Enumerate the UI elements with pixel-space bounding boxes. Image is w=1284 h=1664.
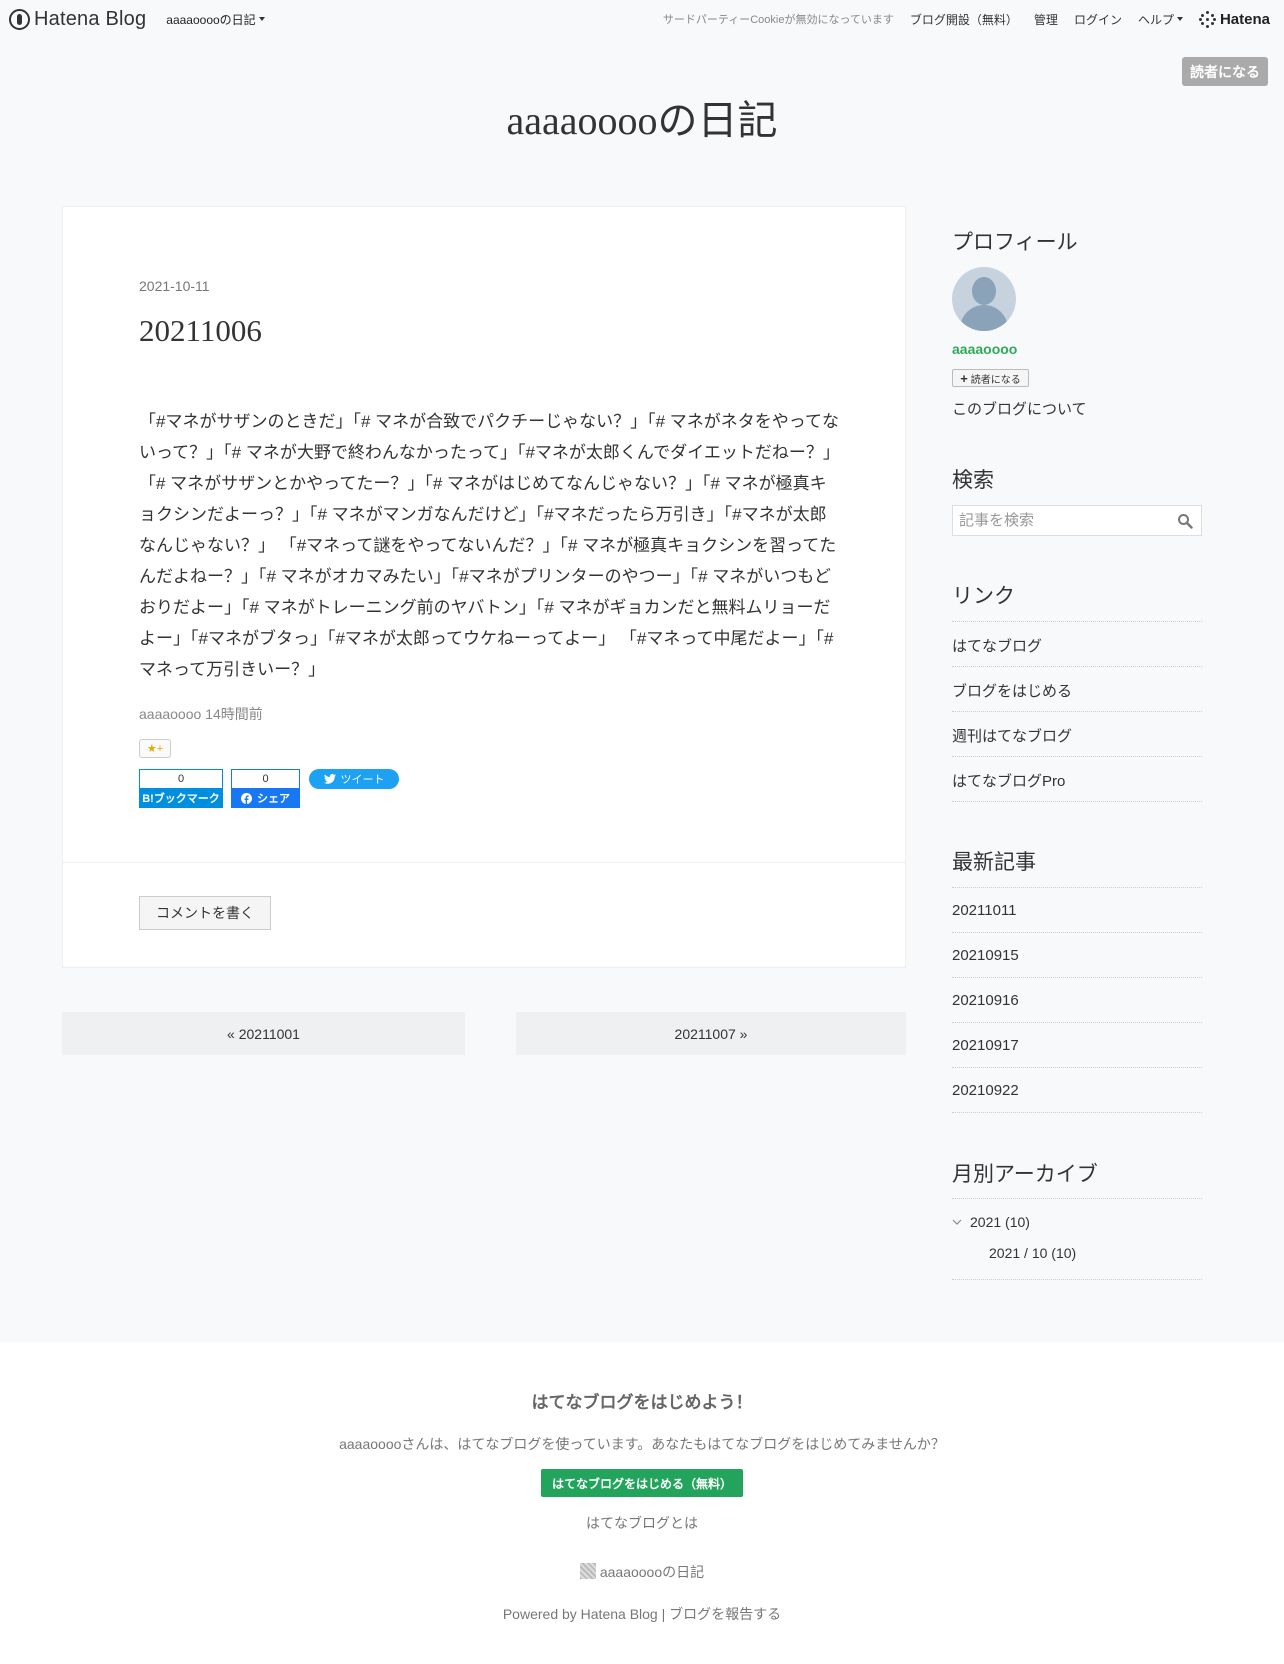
entry-meta: aaaaoooo 14時間前 [139, 704, 263, 724]
entry-title[interactable]: 20211006 [139, 313, 262, 349]
tweet-label: ツイート [340, 774, 385, 786]
report-blog-link[interactable]: ブログを報告する [669, 1606, 781, 1622]
archive-year-label: 2021 (10) [970, 1214, 1030, 1230]
recent-entry[interactable]: 20210917 [952, 1037, 1019, 1054]
chevron-down-icon [952, 1219, 962, 1225]
share-label: シェア [257, 793, 290, 805]
nav-admin[interactable]: 管理 [1034, 11, 1058, 28]
cookie-notice: サードパーティーCookieが無効になっています [662, 14, 894, 26]
hatena-blog-logo-icon [9, 8, 30, 30]
profile-heading: プロフィール [952, 231, 1078, 254]
footer-blog-name: aaaaooooの日記 [599, 1564, 705, 1580]
caret-down-icon [1176, 17, 1183, 21]
link-hatena-blog-pro[interactable]: はてなブログPro [952, 770, 1065, 791]
facebook-icon [241, 792, 252, 804]
divider [952, 1112, 1202, 1113]
write-comment-button[interactable]: コメントを書く [139, 896, 271, 930]
link-hatena-blog[interactable]: はてなブログ [952, 635, 1042, 656]
blog-dropdown[interactable]: aaaaooooの日記 [166, 11, 265, 28]
archive-heading: 月別アーカイブ [952, 1163, 1098, 1186]
about-blog-link[interactable]: このブログについて [952, 398, 1087, 419]
top-bar: Hatena Blog aaaaooooの日記 サードパーティーCookieが無… [0, 0, 1284, 38]
tweet-button[interactable]: ツイート [309, 769, 399, 789]
caret-down-icon [258, 17, 265, 21]
divider [952, 756, 1202, 757]
nav-login[interactable]: ログイン [1074, 11, 1122, 28]
divider [952, 1279, 1202, 1280]
blog-favicon-icon [579, 1563, 596, 1579]
divider [952, 801, 1202, 802]
logo-text: Hatena Blog [34, 7, 147, 30]
divider [952, 1067, 1202, 1068]
footer-blog-link[interactable]: aaaaooooの日記 [0, 1562, 1284, 1582]
divider [952, 932, 1202, 933]
recent-entry[interactable]: 20210916 [952, 992, 1019, 1009]
divider [952, 1198, 1202, 1199]
blog-dropdown-label: aaaaooooの日記 [166, 12, 256, 27]
recent-entry[interactable]: 20210922 [952, 1082, 1019, 1099]
powered-by-link[interactable]: Powered by Hatena Blog [503, 1606, 658, 1622]
divider [952, 666, 1202, 667]
divider [952, 1022, 1202, 1023]
profile-subscribe-button[interactable]: + 読者になる [952, 369, 1029, 387]
nav-help[interactable]: ヘルプ [1138, 11, 1183, 28]
divider [952, 977, 1202, 978]
entry-body: 「#マネがサザンのときだ」「# マネが合致でパクチーじゃない？」「# マネがネタ… [139, 412, 839, 679]
archive-month-link[interactable]: 2021 / 10 (10) [989, 1245, 1076, 1261]
blog-title[interactable]: aaaaooooの日記 [0, 88, 1284, 146]
prev-entry-link[interactable]: « 20211001 [62, 1012, 465, 1055]
links-heading: リンク [952, 585, 1015, 608]
add-star-button[interactable]: ★+ [139, 739, 171, 758]
divider [63, 862, 905, 863]
what-is-hatena-blog-link[interactable]: はてなブログとは [0, 1513, 1284, 1533]
hatena-blog-logo[interactable]: Hatena Blog [9, 8, 146, 31]
search-input[interactable] [953, 506, 1163, 535]
start-blog-button[interactable]: はてなブログをはじめる（無料） [541, 1469, 743, 1497]
plus-icon: + [960, 370, 968, 386]
facebook-share-label: シェア [231, 788, 300, 808]
avatar[interactable] [952, 267, 1016, 331]
footer-powered: Powered by Hatena Blog | ブログを報告する [0, 1604, 1284, 1624]
entry-date[interactable]: 2021-10-11 [139, 278, 210, 294]
share-count: 0 [231, 769, 300, 788]
link-start-blog[interactable]: ブログをはじめる [952, 680, 1072, 701]
hatena-dots-icon [1198, 10, 1216, 28]
footer-description: aaaaooooさんは、はてなブログを使っています。あなたもはてなブログをはじめ… [339, 1436, 945, 1452]
bookmark-count: 0 [139, 769, 223, 788]
profile-subscribe-label: 読者になる [970, 374, 1021, 386]
footer-title: はてなブログをはじめよう！ [531, 1393, 753, 1412]
top-nav: サードパーティーCookieが無効になっています ブログ開設（無料） 管理 ログ… [663, 0, 1284, 38]
footer-separator: | [661, 1606, 666, 1622]
search-heading: 検索 [952, 469, 994, 492]
divider [952, 711, 1202, 712]
recent-entry[interactable]: 20210915 [952, 947, 1019, 964]
twitter-bird-icon [323, 774, 336, 784]
subscribe-button[interactable]: 読者になる [1182, 57, 1268, 86]
divider [952, 621, 1202, 622]
link-weekly-hatena-blog[interactable]: 週刊はてなブログ [952, 725, 1072, 746]
recent-entries-heading: 最新記事 [952, 851, 1036, 874]
facebook-share-button[interactable]: 0 シェア [231, 769, 300, 808]
hatena-bookmark-button[interactable]: 0 B!ブックマーク [139, 769, 223, 808]
nav-start-blog[interactable]: ブログ開設（無料） [910, 11, 1018, 28]
entry-time-ago[interactable]: 14時間前 [205, 706, 263, 722]
hatena-brand-link[interactable]: Hatena [1198, 10, 1270, 28]
next-entry-link[interactable]: 20211007 » [516, 1012, 906, 1055]
search-icon[interactable] [1177, 513, 1193, 529]
bookmark-label: B!ブックマーク [139, 788, 223, 808]
footer-button-wrap: はてなブログをはじめる（無料） [0, 1469, 1284, 1497]
footer: はてなブログをはじめよう！ aaaaooooさんは、はてなブログを使っています。… [0, 1342, 1284, 1664]
hatena-brand-text: Hatena [1219, 10, 1270, 28]
archive-year-toggle[interactable]: 2021 (10) [952, 1214, 1030, 1230]
recent-entry[interactable]: 20211011 [952, 902, 1017, 919]
entry-author[interactable]: aaaaoooo [139, 706, 201, 722]
profile-user-name[interactable]: aaaaoooo [952, 341, 1017, 357]
divider [952, 887, 1202, 888]
nav-help-label: ヘルプ [1137, 12, 1174, 27]
search-form [952, 505, 1202, 536]
article-card: 2021-10-11 20211006 「#マネがサザンのときだ」「# マネが合… [62, 206, 906, 968]
